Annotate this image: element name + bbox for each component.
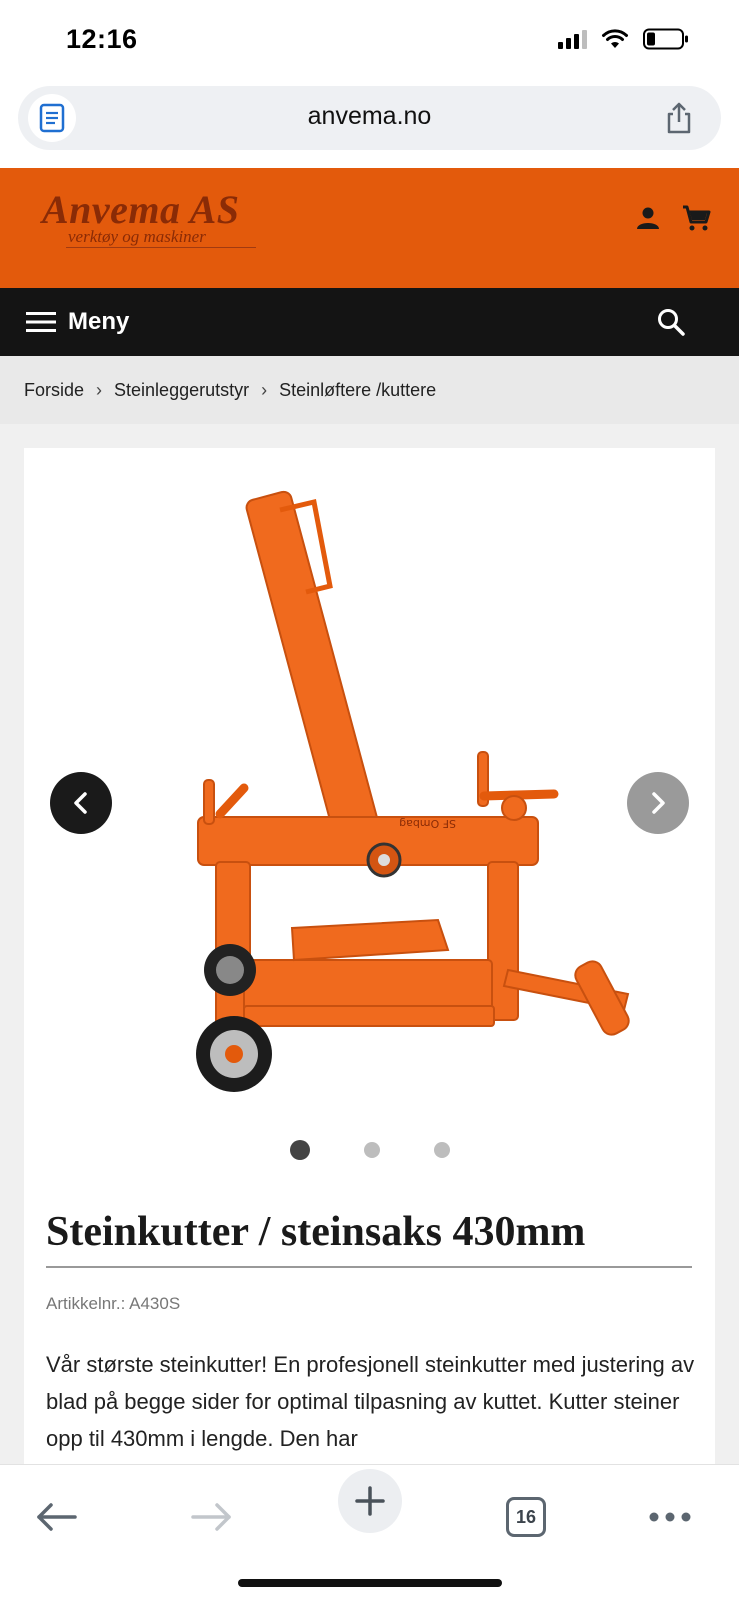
product-gallery[interactable]: SF Ombag <box>48 472 691 1112</box>
wifi-icon <box>602 29 628 48</box>
status-bar: 12:16 <box>0 0 739 82</box>
svg-text:SF Ombag: SF Ombag <box>399 817 456 830</box>
url-text[interactable]: anvema.no <box>18 102 721 131</box>
product-image: SF Ombag <box>196 490 630 1092</box>
plus-icon <box>355 1486 385 1516</box>
menu-label: Meny <box>68 308 130 335</box>
share-button[interactable] <box>659 98 699 138</box>
battery-icon <box>643 28 688 50</box>
cellular-signal-icon <box>558 29 587 49</box>
gallery-dot-1[interactable] <box>289 1140 310 1160</box>
chevron-left-icon <box>74 792 87 814</box>
chevron-right-icon: › <box>96 379 103 400</box>
more-button[interactable] <box>640 1493 700 1541</box>
product-card: SF Ombag Steinkutter / steinsaks 430mm A… <box>24 448 715 1464</box>
site-header: Anvema AS verktøy og maskiner <box>0 168 739 288</box>
gallery-dot-2[interactable] <box>363 1142 380 1158</box>
site-logo[interactable]: Anvema AS verktøy og maskiner <box>42 186 256 248</box>
more-icon <box>649 1512 691 1522</box>
nav-bar: Meny <box>0 288 739 356</box>
search-icon <box>658 309 685 336</box>
forward-arrow-icon <box>191 1503 231 1531</box>
status-icons <box>558 28 689 50</box>
gallery-next-button[interactable] <box>627 772 689 834</box>
gallery-dot-3[interactable] <box>433 1142 450 1158</box>
logo-main-text: Anvema AS <box>42 187 240 232</box>
hamburger-icon <box>26 312 56 332</box>
product-title: Steinkutter / steinsaks 430mm <box>46 1208 692 1268</box>
chevron-right-icon: › <box>261 379 268 400</box>
share-icon <box>667 102 691 134</box>
tabs-button[interactable]: 16 <box>496 1493 556 1541</box>
breadcrumb-item-steinleggerutstyr[interactable]: Steinleggerutstyr <box>114 380 249 401</box>
breadcrumb-item-forside[interactable]: Forside <box>24 380 84 401</box>
account-icon[interactable] <box>635 205 661 231</box>
address-bar[interactable]: anvema.no <box>18 86 721 150</box>
breadcrumb: Forside › Steinleggerutstyr › Steinløfte… <box>0 356 739 424</box>
back-arrow-icon <box>37 1503 77 1531</box>
chevron-right-icon <box>652 792 665 814</box>
menu-button[interactable]: Meny <box>26 302 129 342</box>
tabs-icon: 16 <box>506 1497 546 1537</box>
product-sku: Artikkelnr.: A430S <box>46 1294 181 1313</box>
forward-button[interactable] <box>182 1493 242 1541</box>
header-icons <box>635 204 711 232</box>
gallery-dots <box>24 1140 715 1160</box>
status-time: 12:16 <box>66 24 138 54</box>
new-tab-button[interactable] <box>338 1469 402 1533</box>
search-button[interactable] <box>651 302 691 342</box>
home-indicator <box>238 1579 502 1587</box>
breadcrumb-item-steinloftere[interactable]: Steinløftere /kuttere <box>279 380 436 401</box>
gallery-prev-button[interactable] <box>50 772 112 834</box>
back-button[interactable] <box>26 1493 86 1541</box>
product-description: Vår største steinkutter! En profesjonell… <box>46 1352 695 1451</box>
cart-icon[interactable] <box>681 204 711 232</box>
